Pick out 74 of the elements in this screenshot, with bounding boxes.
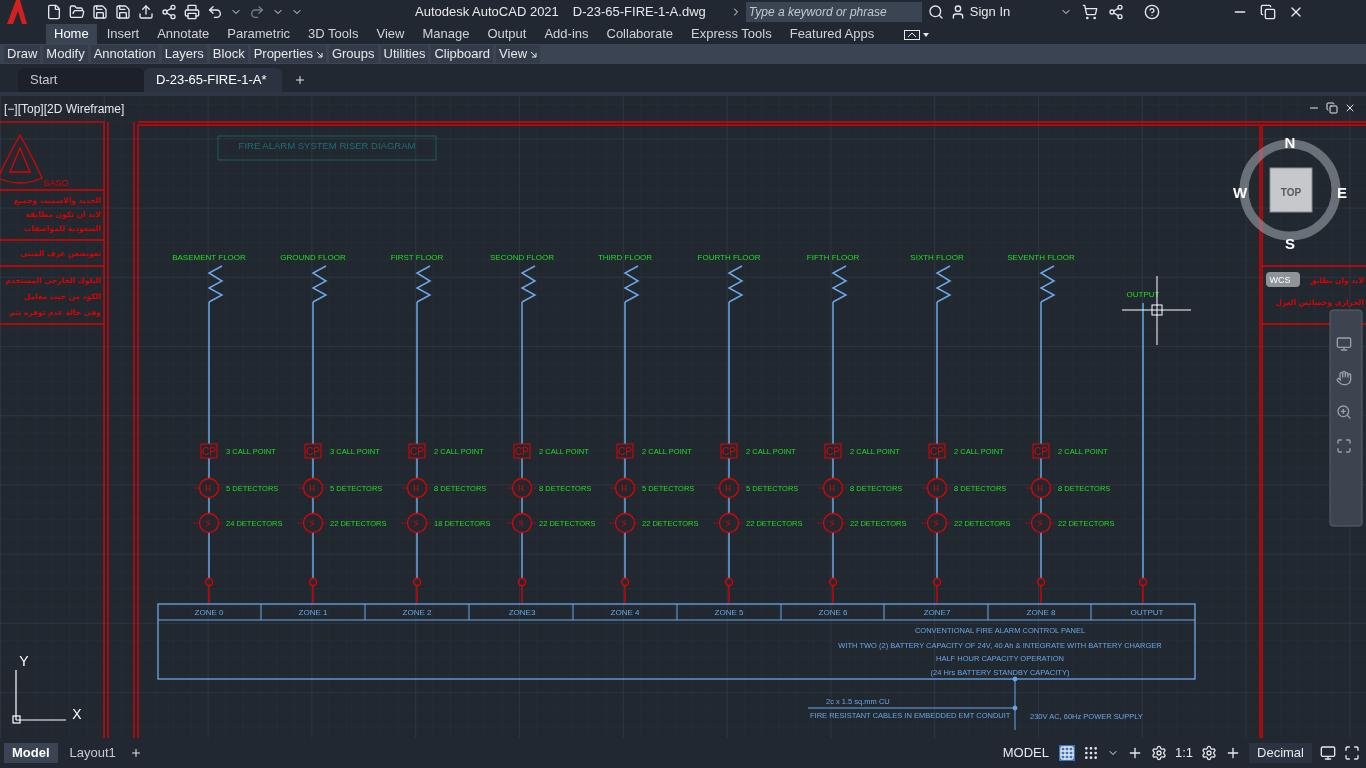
- floor-label: BASEMENT FLOOR: [172, 253, 246, 262]
- ribbon-tab[interactable]: Collaborate: [598, 24, 681, 44]
- ribbon-tab[interactable]: View: [368, 24, 413, 44]
- axis-label: Y: [19, 653, 29, 669]
- document-tab-label: Start: [30, 71, 58, 90]
- floor-label: GROUND FLOOR: [280, 253, 346, 262]
- units-dropdown[interactable]: Decimal: [1249, 743, 1312, 763]
- zone-label: ZONE 1: [298, 608, 328, 617]
- zone-label: ZONE3: [508, 608, 536, 617]
- compass-letter: S: [1285, 235, 1295, 252]
- call-point-symbol: CP: [200, 443, 218, 459]
- call-point-symbol: CP: [616, 443, 634, 459]
- call-point-symbol: CP: [513, 443, 531, 459]
- ribbon-panel[interactable]: View: [496, 45, 541, 63]
- app-title: Autodesk AutoCAD 2021: [415, 3, 559, 22]
- model-space-button[interactable]: MODEL: [1000, 743, 1051, 763]
- ribbon-panel[interactable]: Groups: [328, 45, 378, 63]
- ribbon-panel[interactable]: Annotation: [90, 45, 159, 63]
- ribbon-panel[interactable]: Block: [209, 45, 248, 63]
- ribbon-tab[interactable]: Home: [46, 24, 97, 44]
- ribbon-tab[interactable]: Output: [479, 24, 535, 44]
- call-point-symbol: CP: [928, 443, 946, 459]
- ribbon-panel[interactable]: Layers: [161, 45, 207, 63]
- zone-label: ZONE 5: [714, 608, 744, 617]
- ribbon-tab[interactable]: 3D Tools: [300, 24, 367, 44]
- compass-letter: E: [1337, 184, 1347, 201]
- call-point-symbol: CP: [720, 443, 738, 459]
- compass-letter: W: [1232, 184, 1248, 201]
- zone-label: ZONE 4: [610, 608, 640, 617]
- zone-label: ZONE 6: [818, 608, 848, 617]
- ribbon-panel[interactable]: Modify: [43, 45, 88, 63]
- ribbon-tab[interactable]: Parametric: [219, 24, 299, 44]
- drawing-title: FIRE ALARM SYSTEM RISER DIAGRAM: [238, 140, 416, 151]
- zone-label: ZONE 2: [402, 608, 432, 617]
- call-point-symbol: CP: [304, 443, 322, 459]
- zone-label: ZONE 0: [194, 608, 224, 617]
- call-point-symbol: CP: [824, 443, 842, 459]
- zone-label: ZONE 8: [1026, 608, 1056, 617]
- floor-label: FIFTH FLOOR: [806, 253, 860, 262]
- logo-text: SASO: [43, 178, 69, 188]
- sign-in-link[interactable]: Sign In: [969, 2, 1011, 22]
- ribbon-panel[interactable]: Clipboard: [431, 45, 494, 63]
- zone-label: OUTPUT: [1130, 608, 1164, 617]
- zone-label: ZONE7: [923, 608, 951, 617]
- ribbon-tab[interactable]: Express Tools: [683, 24, 780, 44]
- ribbon-panel[interactable]: Properties: [250, 45, 326, 63]
- floor-label: SECOND FLOOR: [490, 253, 554, 262]
- ribbon-tab[interactable]: Manage: [414, 24, 478, 44]
- floor-label: SIXTH FLOOR: [910, 253, 964, 262]
- layout-tab[interactable]: Layout1: [61, 743, 124, 763]
- ribbon-tab[interactable]: Featured Apps: [781, 24, 883, 44]
- call-point-symbol: CP: [1032, 443, 1050, 459]
- ribbon-tab[interactable]: Add-ins: [536, 24, 597, 44]
- floor-label: FIRST FLOOR: [390, 253, 444, 262]
- compass-letter: N: [1284, 134, 1296, 151]
- ribbon-tab[interactable]: Annotate: [149, 24, 218, 44]
- viewport-controls[interactable]: [−][Top][2D Wireframe]: [4, 100, 125, 118]
- file-title: D-23-65-FIRE-1-A.dwg: [572, 3, 706, 22]
- document-tab-label: D-23-65-FIRE-1-A*: [156, 71, 267, 90]
- search-field[interactable]: Type a keyword or phrase: [745, 2, 922, 22]
- ucs-menu-label: WCS: [1269, 275, 1291, 285]
- ribbon-tab[interactable]: Insert: [98, 24, 148, 44]
- ribbon-panel[interactable]: Utilities: [380, 45, 429, 63]
- floor-label: SEVENTH FLOOR: [1007, 253, 1075, 262]
- document-tab[interactable]: D-23-65-FIRE-1-A*: [144, 68, 282, 92]
- axis-label: X: [72, 706, 82, 722]
- document-tab[interactable]: Start: [18, 68, 144, 92]
- call-point-symbol: CP: [408, 443, 426, 459]
- view-cube-face: TOP: [1280, 187, 1302, 198]
- ribbon-panel[interactable]: Draw: [4, 45, 41, 63]
- annotation-scale[interactable]: 1:1: [1174, 743, 1194, 763]
- floor-label: FOURTH FLOOR: [697, 253, 761, 262]
- layout-tab[interactable]: Model: [4, 743, 58, 763]
- floor-label: THIRD FLOOR: [597, 253, 653, 262]
